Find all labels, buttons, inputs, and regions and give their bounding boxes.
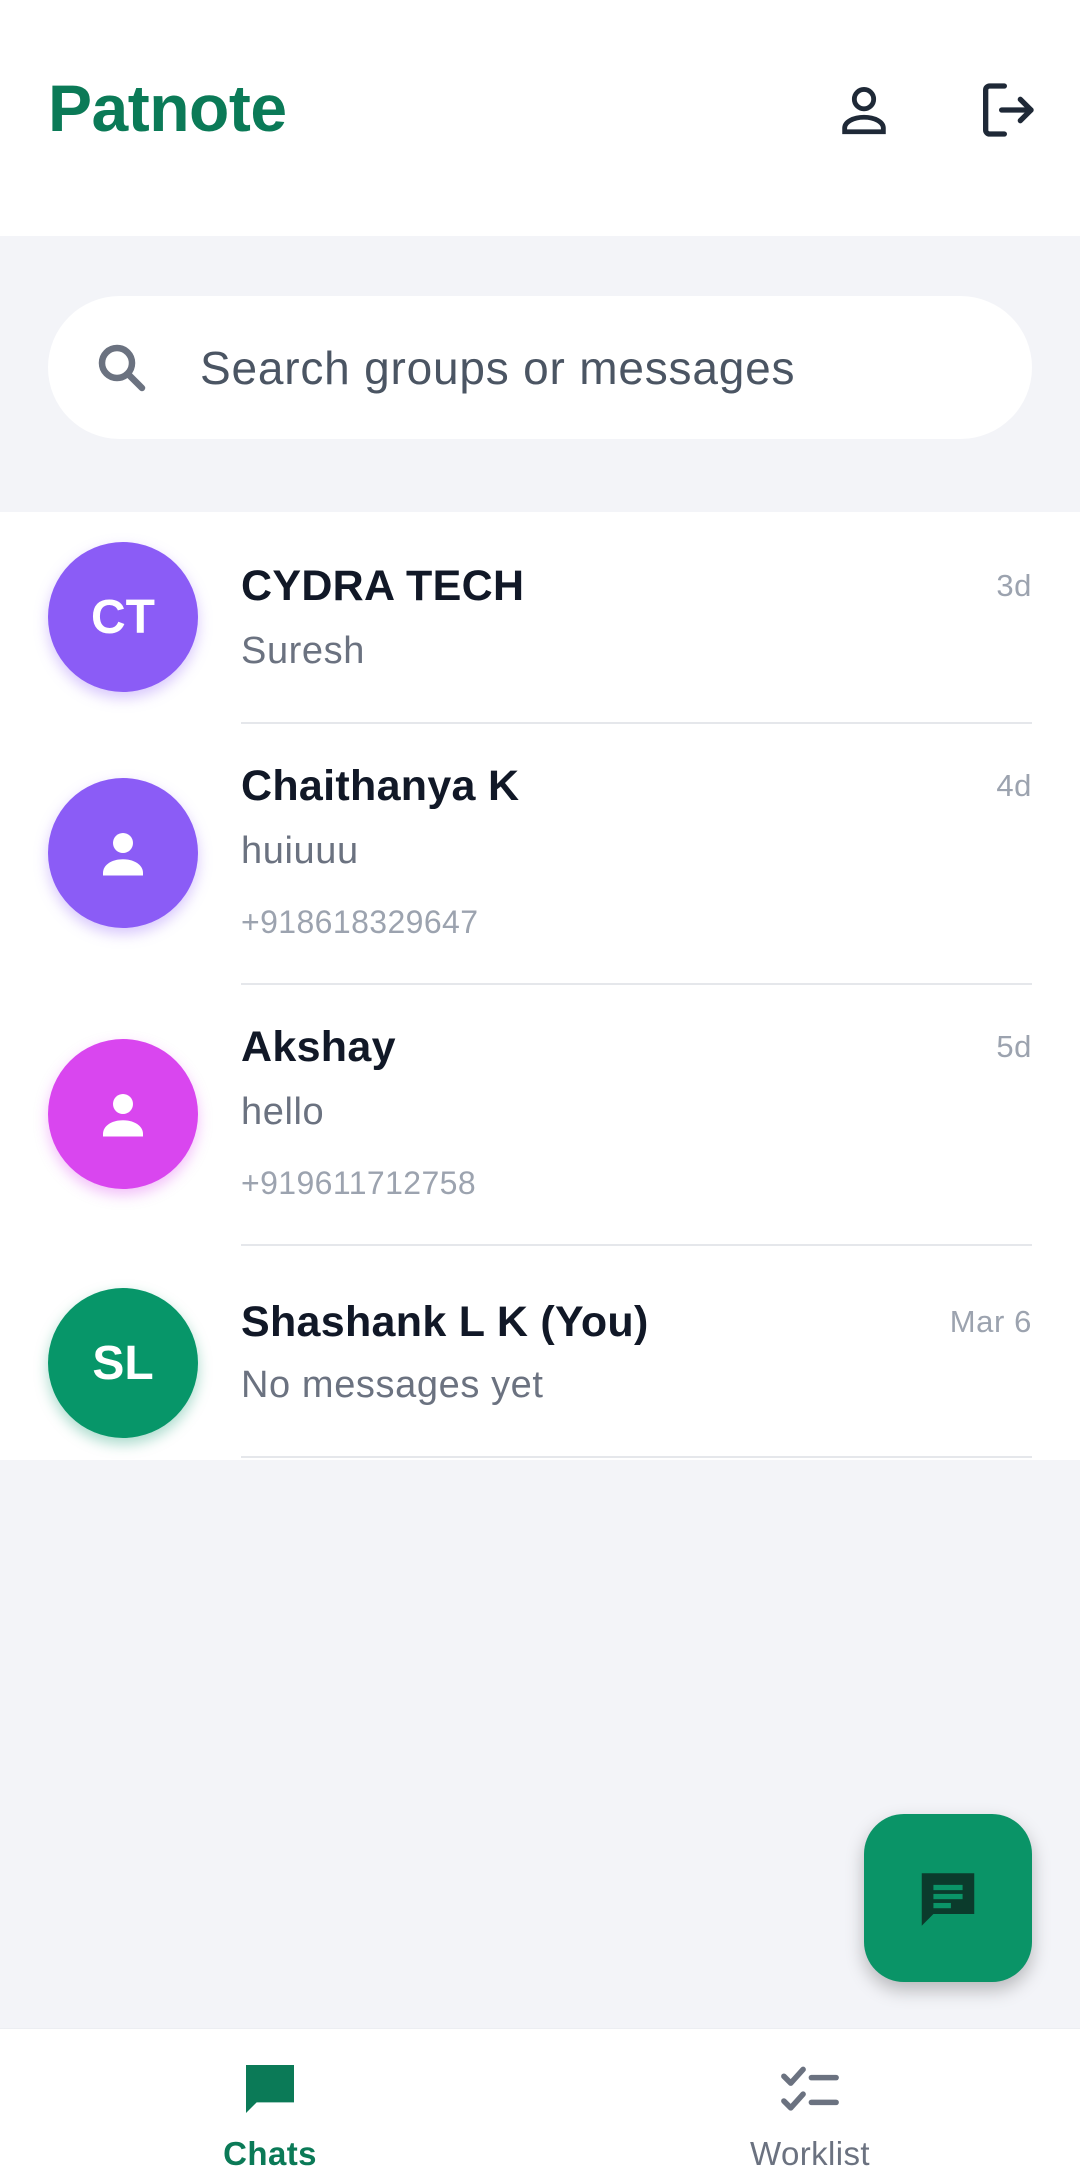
avatar: SL	[48, 1288, 198, 1438]
person-icon	[103, 1094, 143, 1137]
checklist-icon	[781, 2066, 839, 2111]
chat-phone: +919611712758	[241, 1165, 477, 1201]
chat-list: CT CYDRA TECH Suresh 3d Chaithanya K hui…	[0, 512, 1080, 1460]
chat-item-akshay[interactable]: Akshay hello +919611712758 5d	[0, 985, 1080, 1246]
avatar-initials: CT	[91, 590, 155, 644]
profile-button[interactable]	[814, 60, 914, 160]
chat-time: Mar 6	[949, 1304, 1032, 1339]
bottom-nav: Chats Worklist	[0, 2028, 1080, 2184]
chat-name: Akshay	[241, 1023, 396, 1071]
new-chat-fab[interactable]	[864, 1814, 1032, 1982]
logout-icon	[983, 83, 1034, 137]
chat-item-shashank-lk[interactable]: SL Shashank L K (You) No messages yet Ma…	[0, 1246, 1080, 1460]
person-outline-icon	[842, 87, 886, 135]
search-section	[0, 236, 1080, 512]
chat-phone: +918618329647	[241, 904, 479, 940]
chat-time: 3d	[996, 568, 1032, 603]
chat-last-message: Suresh	[241, 630, 366, 672]
new-chat-icon	[921, 1873, 975, 1926]
nav-tab-chats[interactable]: Chats	[0, 2029, 540, 2184]
nav-tab-worklist[interactable]: Worklist	[540, 2029, 1080, 2184]
search-bar[interactable]	[48, 296, 1032, 439]
chat-name: CYDRA TECH	[241, 562, 525, 610]
chat-last-message: hello	[241, 1091, 325, 1133]
nav-label-chats: Chats	[223, 2135, 317, 2172]
person-icon	[103, 833, 143, 876]
app-title: Patnote	[48, 71, 287, 145]
chat-item-chaithanya-k[interactable]: Chaithanya K huiuuu +918618329647 4d	[0, 724, 1080, 985]
chat-item-cydra-tech[interactable]: CT CYDRA TECH Suresh 3d	[0, 512, 1080, 724]
chat-last-message: huiuuu	[241, 830, 359, 872]
app-root: Patnote Search groups or messages CT CYD…	[0, 0, 1080, 2184]
chat-name: Chaithanya K	[241, 762, 520, 810]
search-input[interactable]	[200, 340, 960, 395]
chat-time: 4d	[996, 768, 1032, 803]
avatar: CT	[48, 542, 198, 692]
chat-time: 5d	[996, 1029, 1032, 1064]
logout-button[interactable]	[957, 60, 1057, 160]
chat-last-message: No messages yet	[241, 1364, 544, 1406]
app-header: Patnote	[0, 0, 1080, 236]
divider	[241, 1456, 1032, 1458]
search-icon	[90, 336, 154, 400]
chat-name: Shashank L K (You)	[241, 1298, 649, 1346]
avatar	[48, 778, 198, 928]
avatar-initials: SL	[92, 1336, 154, 1390]
chat-bubble-icon	[246, 2065, 294, 2113]
avatar	[48, 1039, 198, 1189]
nav-label-worklist: Worklist	[750, 2135, 870, 2172]
